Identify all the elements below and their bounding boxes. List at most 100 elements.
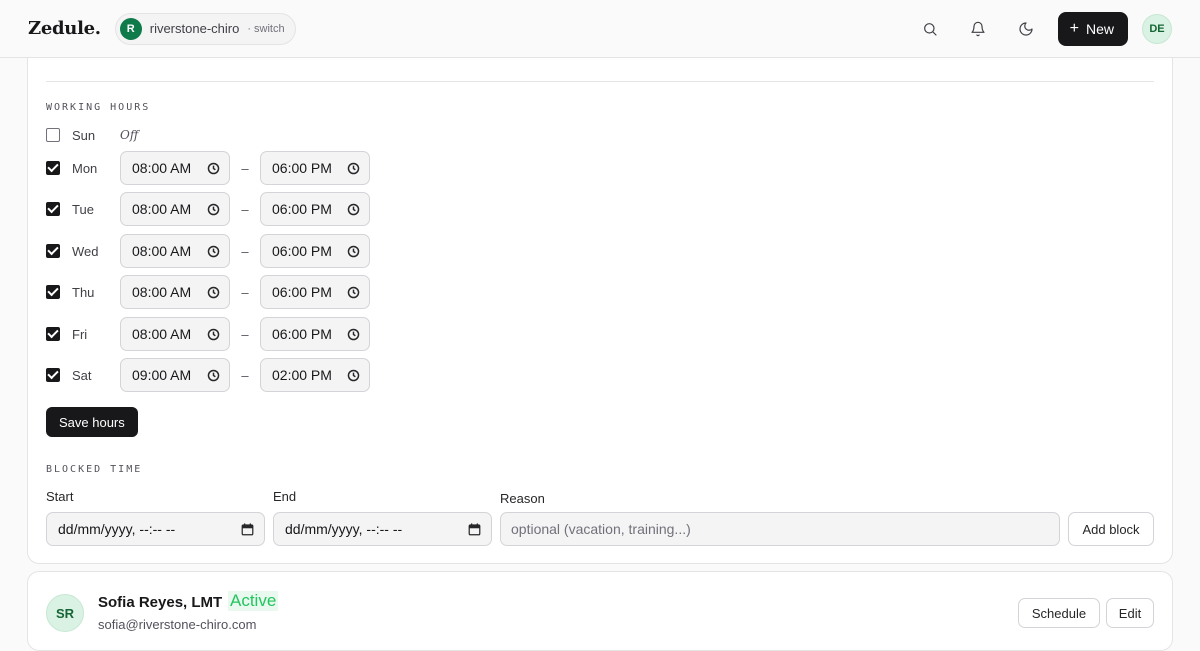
clock-icon — [207, 162, 220, 174]
end-time-input[interactable]: 06:00 PM — [260, 151, 370, 185]
staff-email: sofia@riverstone-chiro.com — [98, 617, 257, 632]
block-start-input[interactable]: dd/mm/yyyy, --:-- -- — [46, 512, 265, 546]
start-time-input[interactable]: 08:00 AM — [120, 317, 230, 351]
day-checkbox[interactable] — [46, 327, 60, 341]
day-checkbox[interactable] — [46, 202, 60, 216]
end-time-value: 06:00 PM — [272, 201, 332, 217]
end-time-input[interactable]: 06:00 PM — [260, 317, 370, 351]
day-checkbox[interactable] — [46, 161, 60, 175]
time-separator: – — [241, 367, 249, 383]
clock-icon — [207, 286, 220, 298]
save-hours-button[interactable]: Save hours — [46, 407, 138, 437]
off-label: Off — [120, 128, 139, 142]
end-time-input[interactable]: 06:00 PM — [260, 275, 370, 309]
end-label: End — [273, 489, 297, 504]
day-checkbox[interactable] — [46, 285, 60, 299]
end-time-value: 06:00 PM — [272, 160, 332, 176]
day-row-mon: Mon 08:00 AM – 06:00 PM — [46, 151, 370, 185]
reason-input[interactable]: optional (vacation, training...) — [500, 512, 1060, 546]
clock-icon — [207, 203, 220, 215]
time-separator: – — [241, 160, 249, 176]
day-label: Thu — [72, 284, 95, 300]
notifications-button[interactable] — [962, 13, 994, 45]
bell-icon — [971, 21, 985, 36]
time-separator: – — [241, 243, 249, 259]
clock-icon — [347, 286, 360, 298]
clock-icon — [347, 203, 360, 215]
end-time-value: 06:00 PM — [272, 243, 332, 259]
workspace-switcher[interactable]: R riverstone-chiro · switch — [114, 12, 296, 45]
block-end-value: dd/mm/yyyy, --:-- -- — [285, 521, 403, 537]
status-badge: Active — [228, 591, 279, 611]
start-label: Start — [46, 489, 74, 504]
day-row-sat: Sat 09:00 AM – 02:00 PM — [46, 358, 370, 392]
block-start-value: dd/mm/yyyy, --:-- -- — [58, 521, 176, 537]
divider — [46, 81, 1154, 82]
start-time-input[interactable]: 09:00 AM — [120, 358, 230, 392]
blocked-time-heading: BLOCKED TIME — [46, 464, 143, 475]
time-separator: – — [241, 201, 249, 217]
clock-icon — [207, 369, 220, 381]
staff-card: SR Sofia Reyes, LMT Active sofia@riverst… — [27, 571, 1173, 651]
staff-settings-card: WORKING HOURS Sun Off Mon 08:00 AM – 06:00 PM… — [27, 30, 1173, 564]
calendar-icon — [241, 522, 254, 535]
moon-icon — [1019, 21, 1033, 36]
day-checkbox[interactable] — [46, 368, 60, 382]
day-label: Mon — [72, 160, 98, 176]
clock-icon — [347, 328, 360, 340]
day-row-tue: Tue 08:00 AM – 06:00 PM — [46, 192, 370, 226]
working-hours-heading: WORKING HOURS — [46, 102, 151, 113]
day-row-fri: Fri 08:00 AM – 06:00 PM — [46, 317, 370, 351]
block-end-input[interactable]: dd/mm/yyyy, --:-- -- — [273, 512, 492, 546]
reason-placeholder: optional (vacation, training...) — [511, 521, 691, 537]
start-time-input[interactable]: 08:00 AM — [120, 151, 230, 185]
clock-icon — [207, 245, 220, 257]
workspace-avatar: R — [119, 17, 142, 40]
search-icon — [923, 22, 937, 36]
reason-label: Reason — [500, 491, 545, 506]
start-time-value: 08:00 AM — [132, 201, 192, 217]
clock-icon — [347, 245, 360, 257]
day-checkbox[interactable] — [46, 128, 60, 142]
day-label: Wed — [72, 243, 99, 259]
plus-icon: + — [1069, 19, 1079, 37]
app-logo[interactable]: Zedule. — [28, 18, 101, 39]
day-row-sun: Sun Off — [46, 118, 138, 152]
day-checkbox[interactable] — [46, 244, 60, 258]
new-button-label: New — [1085, 20, 1114, 37]
day-label: Tue — [72, 201, 94, 217]
clock-icon — [347, 162, 360, 174]
theme-toggle-button[interactable] — [1010, 13, 1042, 45]
top-bar: Zedule. R riverstone-chiro · switch + Ne… — [0, 0, 1200, 58]
end-time-input[interactable]: 06:00 PM — [260, 234, 370, 268]
calendar-icon — [468, 522, 481, 535]
search-button[interactable] — [914, 13, 946, 45]
clock-icon — [207, 328, 220, 340]
add-block-button[interactable]: Add block — [1068, 512, 1154, 546]
end-time-value: 06:00 PM — [272, 284, 332, 300]
end-time-input[interactable]: 06:00 PM — [260, 192, 370, 226]
workspace-name: riverstone-chiro — [149, 21, 240, 36]
user-avatar[interactable]: DE — [1142, 13, 1172, 44]
staff-name: Sofia Reyes, LMT — [98, 594, 223, 611]
day-label: Sat — [72, 367, 92, 383]
workspace-switch-label: · switch — [247, 22, 285, 35]
day-label: Sun — [72, 127, 96, 143]
clock-icon — [347, 369, 360, 381]
schedule-button[interactable]: Schedule — [1018, 598, 1100, 628]
end-time-value: 06:00 PM — [272, 326, 332, 342]
day-row-thu: Thu 08:00 AM – 06:00 PM — [46, 275, 370, 309]
end-time-input[interactable]: 02:00 PM — [260, 358, 370, 392]
day-row-wed: Wed 08:00 AM – 06:00 PM — [46, 234, 370, 268]
start-time-value: 08:00 AM — [132, 284, 192, 300]
start-time-value: 09:00 AM — [132, 367, 192, 383]
end-time-value: 02:00 PM — [272, 367, 332, 383]
start-time-input[interactable]: 08:00 AM — [120, 192, 230, 226]
new-button[interactable]: + New — [1057, 11, 1128, 46]
start-time-value: 08:00 AM — [132, 326, 192, 342]
staff-avatar: SR — [46, 594, 84, 632]
edit-button[interactable]: Edit — [1106, 598, 1154, 628]
start-time-value: 08:00 AM — [132, 243, 192, 259]
start-time-input[interactable]: 08:00 AM — [120, 234, 230, 268]
start-time-input[interactable]: 08:00 AM — [120, 275, 230, 309]
